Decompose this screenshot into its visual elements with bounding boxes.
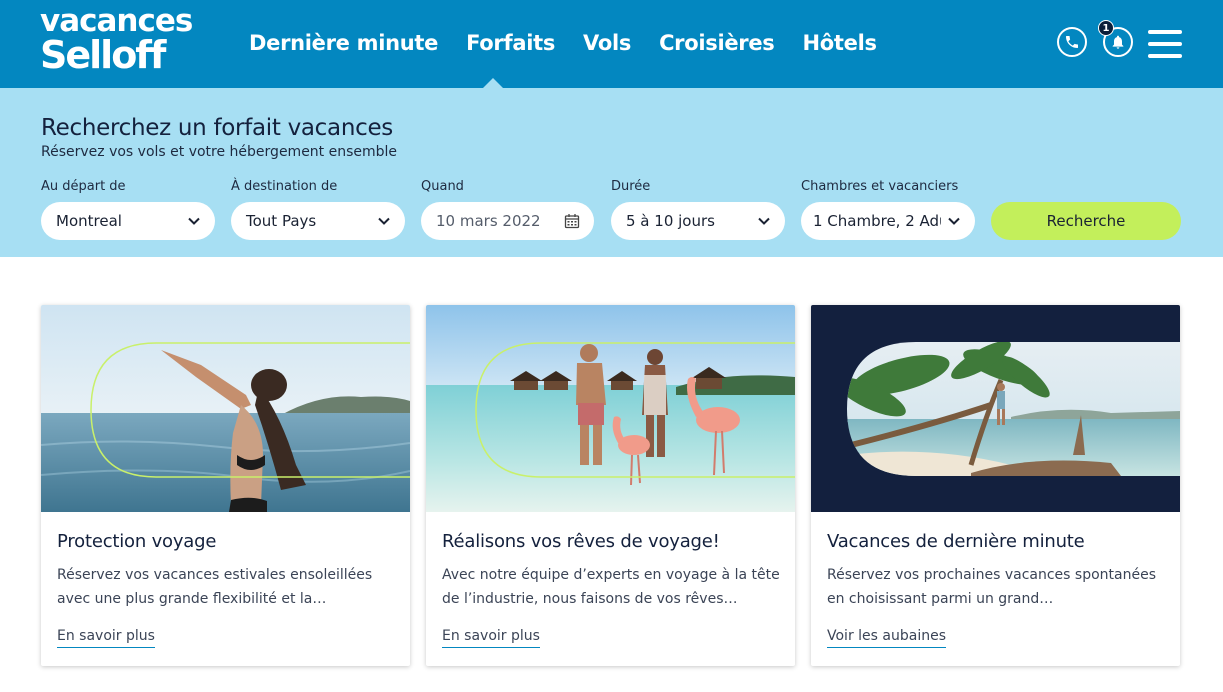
destination-select[interactable]: Tout Pays (231, 202, 405, 240)
card-link-voir-les-aubaines[interactable]: Voir les aubaines (827, 628, 946, 648)
hamburger-menu-icon[interactable] (1148, 30, 1182, 58)
card-text: Avec notre équipe d’experts en voyage à … (442, 567, 780, 607)
active-nav-caret (483, 78, 503, 88)
rooms-select[interactable]: 1 Chambre, 2 Adul (801, 202, 975, 240)
package-search-panel: Recherchez un forfait vacances Réservez … (0, 88, 1223, 257)
nav-derniere-minute[interactable]: Dernière minute (249, 28, 438, 58)
duration-select[interactable]: 5 à 10 jours (611, 202, 785, 240)
main-nav: Dernière minute Forfaits Vols Croisières… (249, 28, 877, 58)
chevron-down-icon (948, 217, 960, 225)
card-title: Protection voyage (57, 531, 217, 552)
notification-badge: 1 (1098, 20, 1114, 36)
card-text: Réservez vos prochaines vacances spontan… (827, 567, 1156, 607)
chevron-down-icon (378, 217, 390, 225)
duration-value: 5 à 10 jours (626, 212, 715, 230)
calendar-icon (564, 214, 580, 229)
vacances-selloff-logo[interactable]: vacances Selloff (40, 6, 210, 76)
search-button[interactable]: Recherche (991, 202, 1181, 240)
nav-vols[interactable]: Vols (583, 28, 631, 58)
nav-croisieres[interactable]: Croisières (659, 28, 775, 58)
logo-line-2: Selloff (40, 33, 166, 77)
woman-in-sea-image (41, 305, 410, 512)
destination-label: À destination de (231, 179, 338, 194)
palm-beach-image (811, 305, 1180, 512)
couple-flamingos-image (426, 305, 795, 512)
departure-value: Montreal (56, 212, 122, 230)
card-link-en-savoir-plus[interactable]: En savoir plus (57, 628, 155, 648)
card-text: Réservez vos vacances estivales ensoleil… (57, 567, 373, 607)
card-link-en-savoir-plus[interactable]: En savoir plus (442, 628, 540, 648)
phone-icon[interactable] (1057, 27, 1087, 57)
rooms-label: Chambres et vacanciers (801, 179, 959, 194)
destination-value: Tout Pays (246, 212, 317, 230)
search-subtitle: Réservez vos vols et votre hébergement e… (41, 144, 398, 160)
chevron-down-icon (188, 217, 200, 225)
chevron-down-icon (758, 217, 770, 225)
nav-hotels[interactable]: Hôtels (803, 28, 877, 58)
card-title: Réalisons vos rêves de voyage! (442, 531, 720, 552)
card-derniere-minute[interactable]: Vacances de dernière minute Réservez vos… (811, 305, 1180, 666)
nav-forfaits[interactable]: Forfaits (466, 28, 555, 58)
departure-label: Au départ de (41, 179, 126, 194)
date-input[interactable]: 10 mars 2022 (421, 202, 594, 240)
date-label: Quand (421, 179, 464, 194)
duration-label: Durée (611, 179, 651, 194)
card-protection-voyage[interactable]: Protection voyage Réservez vos vacances … (41, 305, 410, 666)
departure-select[interactable]: Montreal (41, 202, 215, 240)
site-header: vacances Selloff Dernière minute Forfait… (0, 0, 1223, 88)
date-value: 10 mars 2022 (436, 212, 541, 230)
rooms-value: 1 Chambre, 2 Adul (813, 212, 941, 230)
search-title: Recherchez un forfait vacances (41, 115, 393, 141)
card-reves-de-voyage[interactable]: Réalisons vos rêves de voyage! Avec notr… (426, 305, 795, 666)
card-title: Vacances de dernière minute (827, 531, 1085, 552)
